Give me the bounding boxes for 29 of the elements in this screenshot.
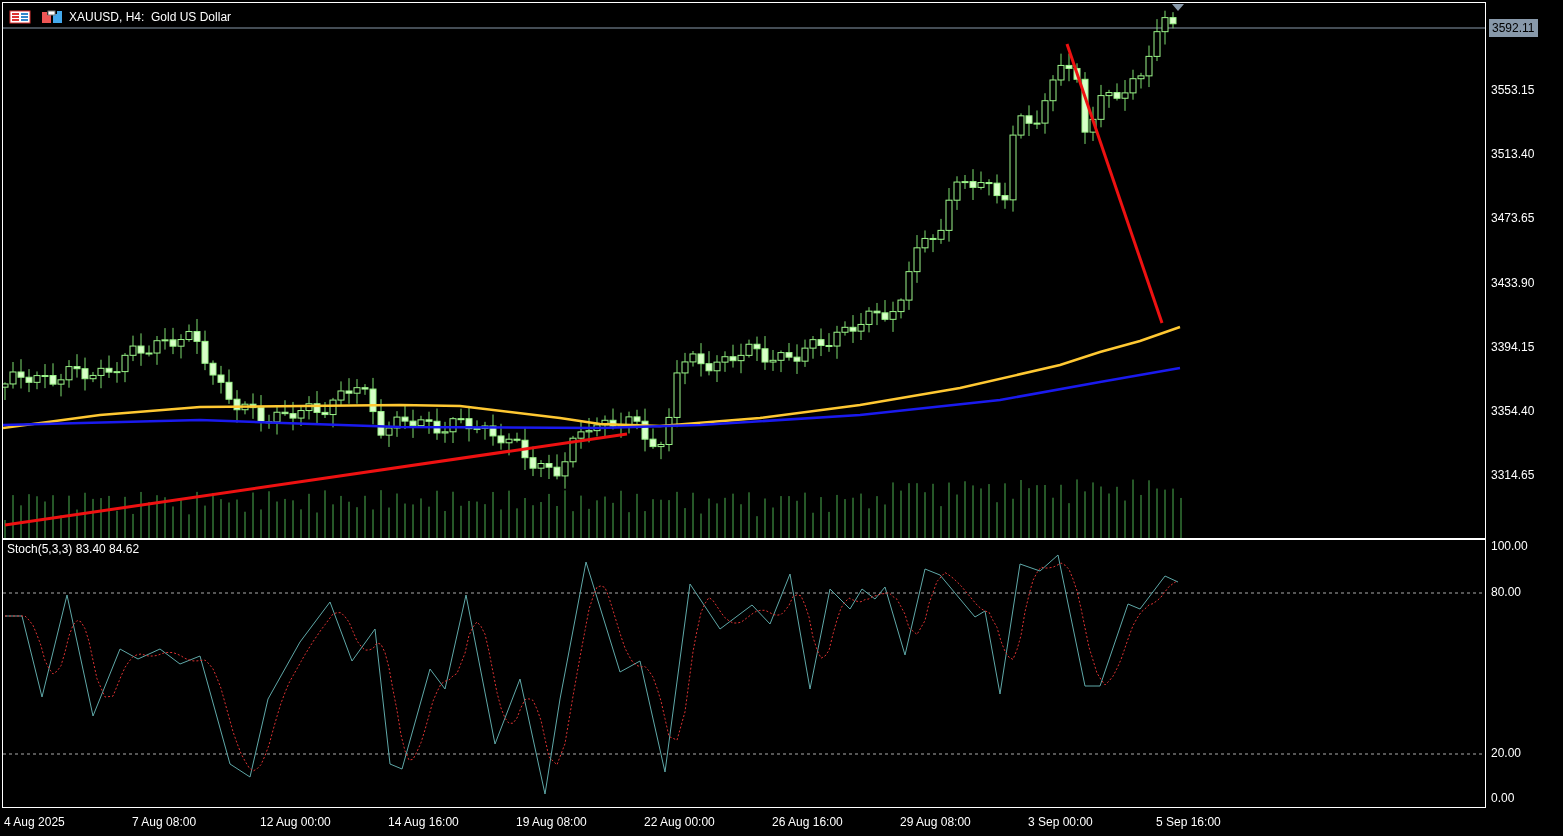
chart-icon[interactable] (41, 10, 63, 24)
time-axis-label: 5 Sep 16:00 (1156, 816, 1221, 828)
trend-line[interactable] (4, 432, 628, 527)
table-icon[interactable] (9, 10, 31, 24)
time-axis-label: 14 Aug 16:00 (388, 816, 459, 828)
price-axis-label: 3433.90 (1491, 276, 1535, 289)
indicator-axis-label: 0.00 (1491, 792, 1515, 804)
price-axis-label: 3354.40 (1491, 405, 1535, 417)
indicator-axis-label: 20.00 (1491, 747, 1522, 759)
time-axis-label: 3 Sep 00:00 (1028, 816, 1093, 828)
time-axis-label: 4 Aug 2025 (4, 816, 65, 828)
time-axis-label: 19 Aug 08:00 (516, 816, 587, 828)
time-axis-label: 26 Aug 16:00 (772, 816, 843, 828)
price-axis-label: 3473.65 (1491, 212, 1535, 225)
price-axis-label: 3314.65 (1491, 469, 1535, 482)
chart-title: XAUUSD, H4: Gold US Dollar (69, 11, 232, 23)
price-axis-label: 3394.15 (1491, 340, 1535, 353)
time-axis-label: 7 Aug 08:00 (132, 816, 197, 828)
price-axis-label: 3553.15 (1491, 84, 1535, 96)
price-axis-label: 3513.40 (1491, 148, 1535, 161)
current-price-label: 3592.11 (1489, 19, 1538, 37)
time-axis-label: 22 Aug 00:00 (644, 816, 715, 828)
indicator-axis-label: 100.00 (1491, 540, 1528, 552)
trend-line[interactable] (1065, 43, 1164, 324)
time-axis-label: 29 Aug 08:00 (900, 816, 971, 828)
indicator-axis-label: 80.00 (1491, 586, 1522, 598)
indicator-label: Stoch(5,3,3) 83.40 84.62 (7, 543, 140, 555)
time-axis-label: 12 Aug 00:00 (260, 816, 331, 828)
triangle-marker-icon (1172, 4, 1184, 11)
